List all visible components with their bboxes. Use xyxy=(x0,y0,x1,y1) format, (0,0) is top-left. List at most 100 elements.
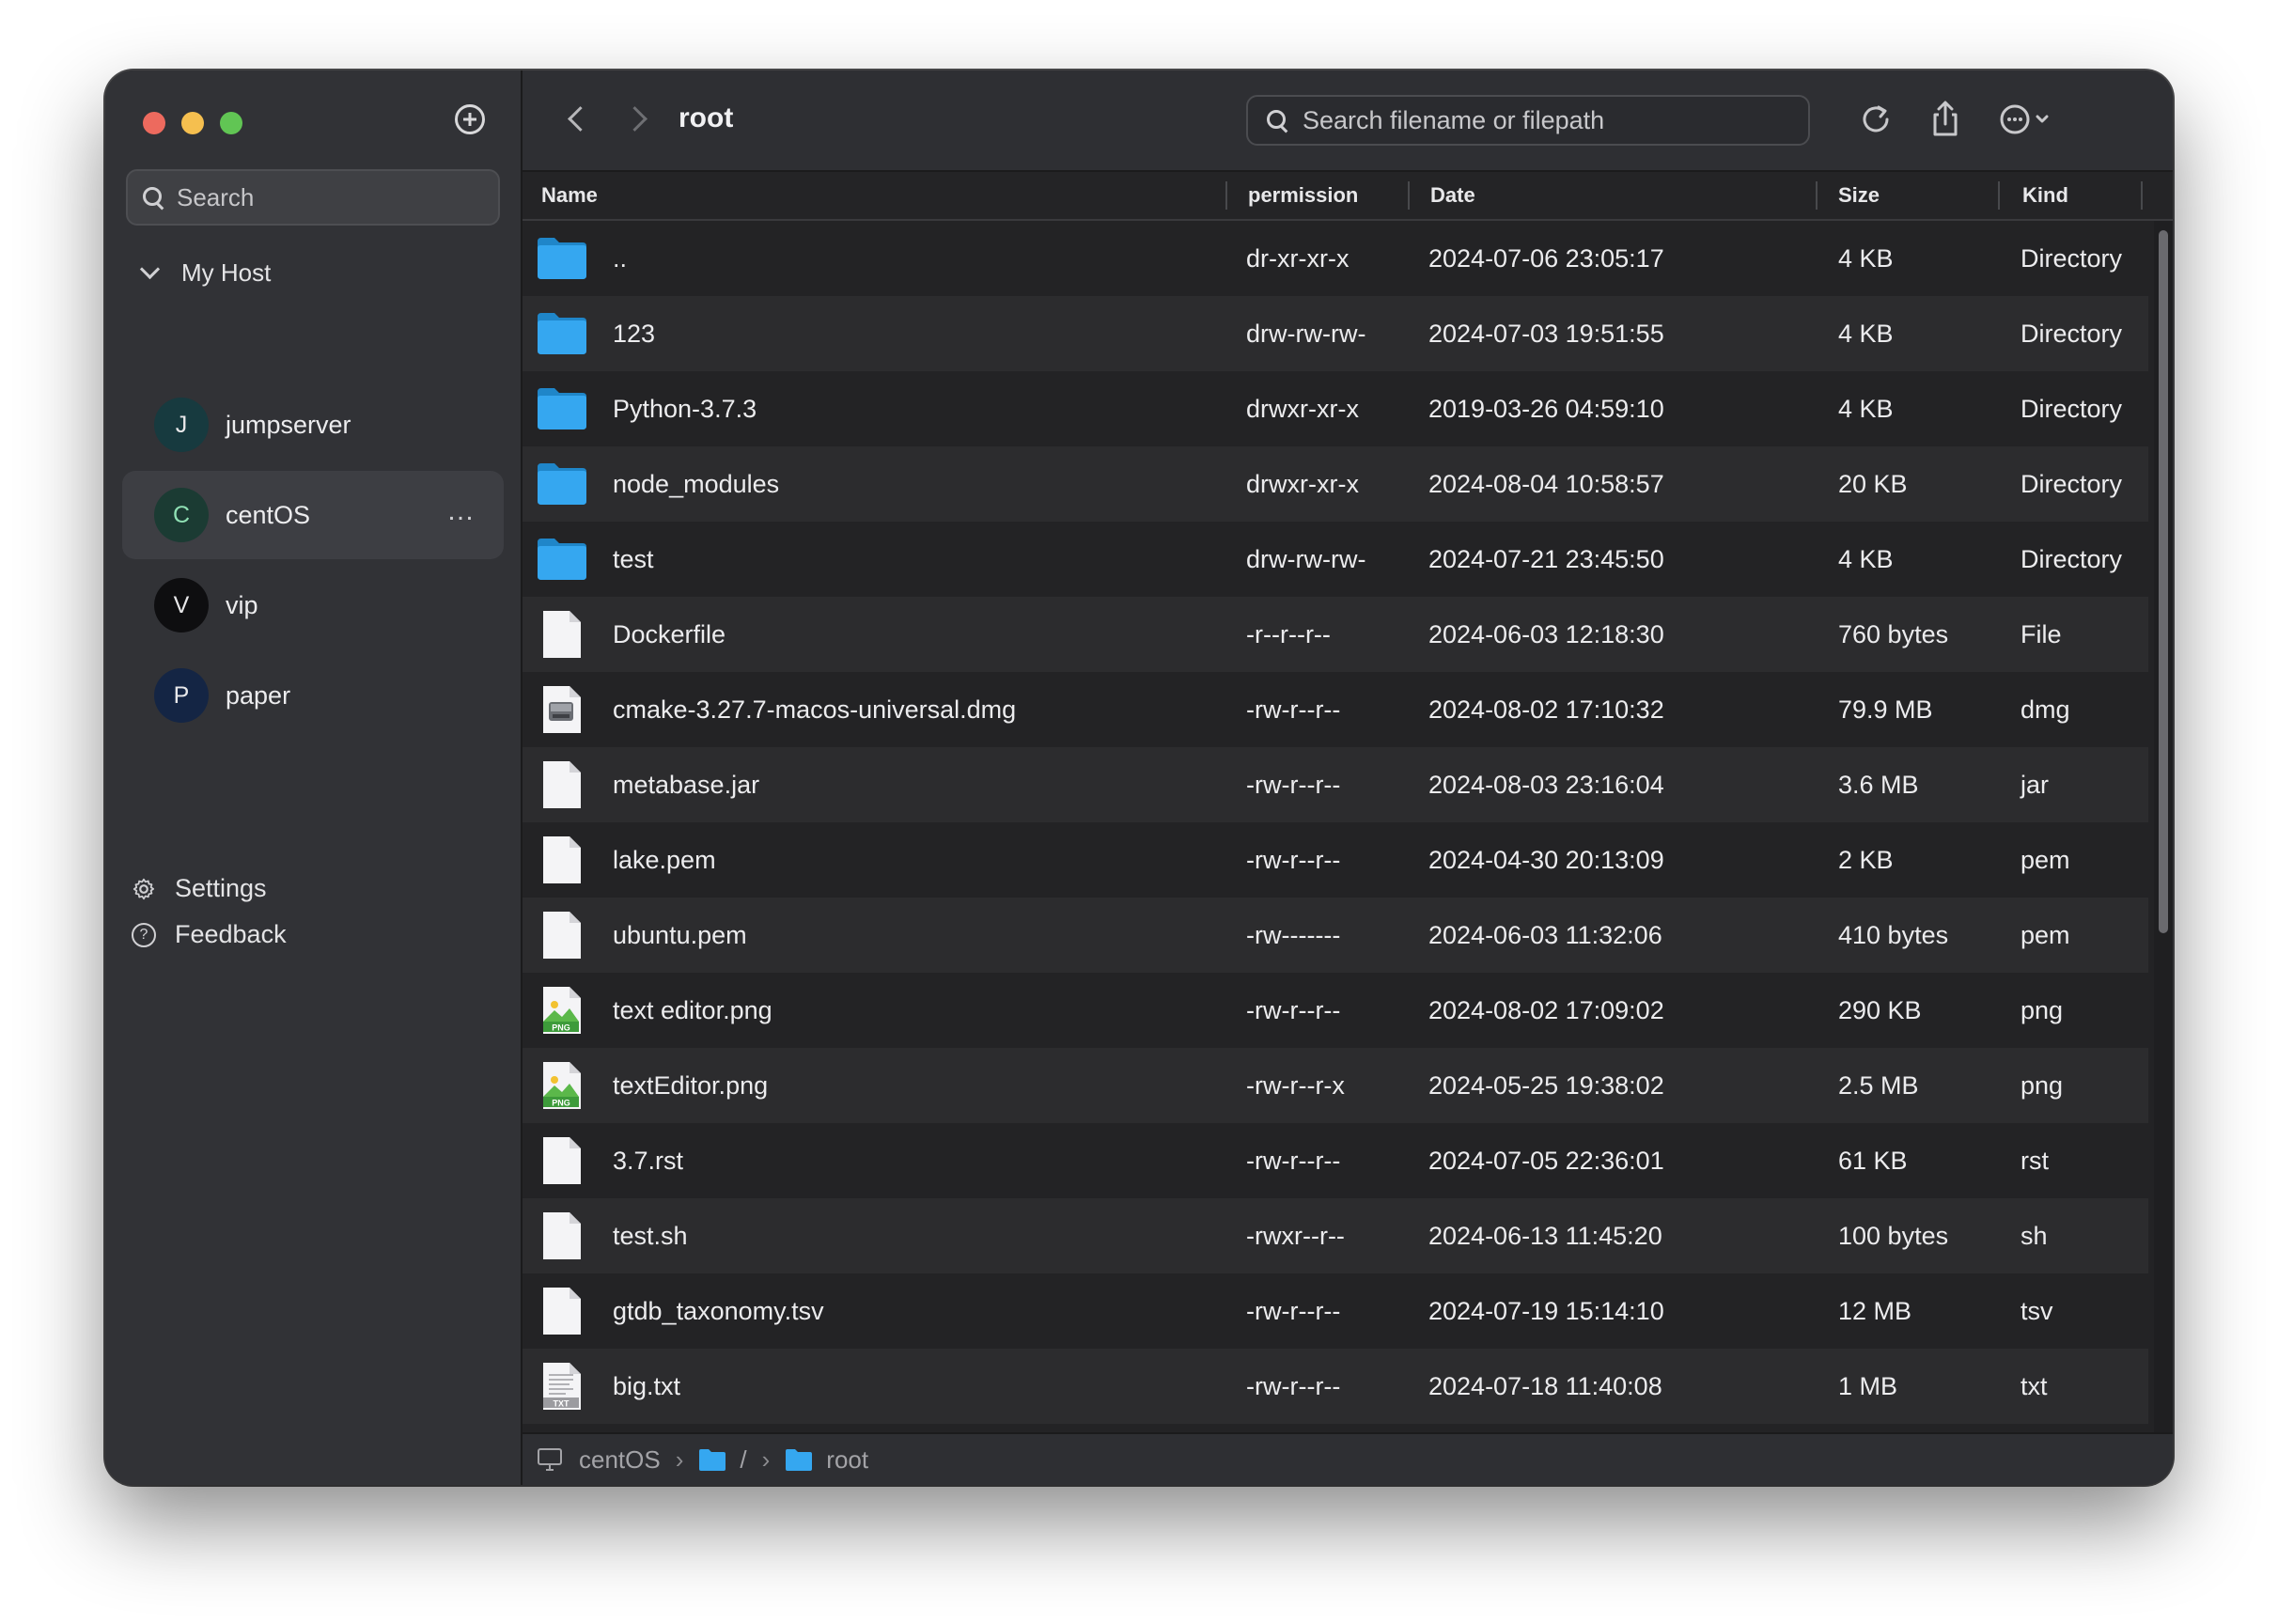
file-kind: File xyxy=(2021,620,2062,648)
folder-icon xyxy=(536,234,588,283)
file-name: lake.pem xyxy=(613,846,716,874)
file-name: ubuntu.pem xyxy=(613,921,747,949)
column-divider[interactable] xyxy=(1998,181,2000,210)
file-size: 290 KB xyxy=(1838,996,1922,1024)
avatar: P xyxy=(154,668,209,723)
file-date: 2024-08-04 10:58:57 xyxy=(1428,470,1664,498)
table-row[interactable]: test.sh -rwxr--r-- 2024-06-13 11:45:20 100 … xyxy=(523,1198,2148,1273)
host-item[interactable]: Jjumpserver xyxy=(122,381,504,469)
table-row[interactable]: .. dr-xr-xr-x 2024-07-06 23:05:17 4 KB Direc… xyxy=(523,221,2148,296)
feedback-button[interactable]: ? Feedback xyxy=(132,920,287,949)
table-row[interactable]: metabase.jar -rw-r--r-- 2024-08-03 23:16:0… xyxy=(523,747,2148,822)
minimize-window-button[interactable] xyxy=(181,112,204,134)
column-header-kind[interactable]: Kind xyxy=(2022,172,2068,219)
share-icon[interactable] xyxy=(1925,99,1966,140)
host-search-input[interactable]: Search xyxy=(126,169,500,226)
host-search-placeholder: Search xyxy=(177,182,255,211)
breadcrumb-separator: › xyxy=(675,1444,684,1474)
table-row[interactable]: ubuntu.pem -rw------- 2024-06-03 11:32:06 4… xyxy=(523,898,2148,973)
file-size: 410 bytes xyxy=(1838,921,1949,949)
column-divider[interactable] xyxy=(1225,181,1227,210)
file-permission: -rw-r--r-- xyxy=(1246,1372,1341,1400)
breadcrumb-root[interactable]: / xyxy=(698,1445,747,1475)
path-breadcrumb: centOS › / › root xyxy=(523,1432,2173,1485)
breadcrumb-current[interactable]: root xyxy=(785,1445,868,1475)
table-row[interactable]: lake.pem -rw-r--r-- 2024-04-30 20:13:09 2 K… xyxy=(523,822,2148,898)
breadcrumb-host-label: centOS xyxy=(579,1444,661,1474)
table-row[interactable]: node_modules drwxr-xr-x 2024-08-04 10:58:5… xyxy=(523,446,2148,522)
file-search-input[interactable]: Search filename or filepath xyxy=(1246,95,1810,146)
column-divider[interactable] xyxy=(1408,181,1410,210)
more-options-icon[interactable] xyxy=(1996,99,2056,140)
host-more-icon[interactable]: … xyxy=(446,495,476,527)
scrollbar-thumb[interactable] xyxy=(2159,230,2168,933)
file-icon xyxy=(536,1287,588,1335)
file-kind: txt xyxy=(2021,1372,2048,1400)
host-group-label: My Host xyxy=(181,258,272,287)
file-kind: Directory xyxy=(2021,244,2123,273)
table-row[interactable]: 123 drw-rw-rw- 2024-07-03 19:51:55 4 KB Dire… xyxy=(523,296,2148,371)
file-date: 2019-03-26 04:59:10 xyxy=(1428,395,1664,423)
file-kind: Directory xyxy=(2021,395,2123,423)
file-date: 2024-08-02 17:10:32 xyxy=(1428,695,1664,724)
column-header-permission[interactable]: permission xyxy=(1248,172,1358,219)
file-icon xyxy=(536,1211,588,1260)
close-window-button[interactable] xyxy=(143,112,165,134)
file-size: 4 KB xyxy=(1838,320,1894,348)
file-size: 100 bytes xyxy=(1838,1222,1949,1250)
table-row[interactable]: 3.7.rst -rw-r--r-- 2024-07-05 22:36:01 61 K… xyxy=(523,1123,2148,1198)
file-permission: drwxr-xr-x xyxy=(1246,395,1359,423)
column-header-name[interactable]: Name xyxy=(541,172,598,219)
file-icon xyxy=(536,835,588,884)
column-header-size[interactable]: Size xyxy=(1838,172,1880,219)
breadcrumb-separator: › xyxy=(761,1444,771,1474)
column-header-date[interactable]: Date xyxy=(1430,172,1475,219)
file-permission: -rwxr--r-- xyxy=(1246,1222,1345,1250)
host-item[interactable]: CcentOS… xyxy=(122,471,504,559)
host-group-my-host[interactable]: My Host xyxy=(139,258,272,288)
file-icon xyxy=(536,760,588,809)
table-row[interactable]: Dockerfile -r--r--r-- 2024-06-03 12:18:30 7… xyxy=(523,597,2148,672)
column-divider[interactable] xyxy=(2141,181,2143,210)
settings-button[interactable]: Settings xyxy=(132,874,267,903)
table-row[interactable]: TXT big.txt -rw-r--r-- 2024-07-18 11:40:08 1… xyxy=(523,1349,2148,1424)
file-date: 2024-06-03 11:32:06 xyxy=(1428,921,1662,949)
breadcrumb-host[interactable]: centOS xyxy=(536,1445,661,1475)
column-divider[interactable] xyxy=(1816,181,1818,210)
refresh-icon[interactable] xyxy=(1855,99,1896,140)
app-window: Search My Host Jjumpserver CcentOS… Vvip Pp… xyxy=(105,70,2173,1485)
table-row[interactable]: cmake-3.27.7-macos-universal.dmg -rw-r--r… xyxy=(523,672,2148,747)
table-row[interactable]: test drw-rw-rw- 2024-07-21 23:45:50 4 KB Dir… xyxy=(523,522,2148,597)
file-date: 2024-06-13 11:45:20 xyxy=(1428,1222,1662,1250)
file-permission: drw-rw-rw- xyxy=(1246,320,1366,348)
chevron-down-icon xyxy=(139,258,161,280)
file-permission: -rw-r--r-- xyxy=(1246,1297,1341,1325)
table-row[interactable]: Python-3.7.3 drwxr-xr-x 2019-03-26 04:59:1… xyxy=(523,371,2148,446)
host-item[interactable]: Ppaper xyxy=(122,651,504,740)
table-row[interactable]: PNG text editor.png -rw-r--r-- 2024-08-02 1… xyxy=(523,973,2148,1048)
gear-icon xyxy=(133,878,155,899)
folder-icon xyxy=(536,535,588,584)
file-date: 2024-06-03 12:18:30 xyxy=(1428,620,1664,648)
table-row[interactable]: gtdb_taxonomy.tsv -rw-r--r-- 2024-07-19 15… xyxy=(523,1273,2148,1349)
add-host-icon[interactable] xyxy=(455,104,485,134)
disk-image-icon xyxy=(536,685,588,734)
host-name: paper xyxy=(226,680,291,710)
file-name: 123 xyxy=(613,320,656,348)
file-browser: root Search filename or filepath Name pe… xyxy=(523,70,2173,1485)
feedback-label: Feedback xyxy=(175,920,287,948)
vertical-scrollbar[interactable] xyxy=(2154,221,2173,1485)
file-permission: -rw-r--r-x xyxy=(1246,1071,1345,1100)
back-arrow-icon[interactable] xyxy=(568,106,593,132)
file-size: 61 KB xyxy=(1838,1147,1908,1175)
svg-text:PNG: PNG xyxy=(552,1023,570,1033)
forward-arrow-icon[interactable] xyxy=(622,106,648,132)
host-item[interactable]: Vvip xyxy=(122,561,504,649)
avatar: V xyxy=(154,578,209,632)
file-name: cmake-3.27.7-macos-universal.dmg xyxy=(613,695,1017,724)
table-row[interactable]: PNG textEditor.png -rw-r--r-x 2024-05-25 19… xyxy=(523,1048,2148,1123)
file-kind: dmg xyxy=(2021,695,2070,724)
file-date: 2024-07-03 19:51:55 xyxy=(1428,320,1664,348)
zoom-window-button[interactable] xyxy=(220,112,242,134)
file-icon xyxy=(536,610,588,659)
